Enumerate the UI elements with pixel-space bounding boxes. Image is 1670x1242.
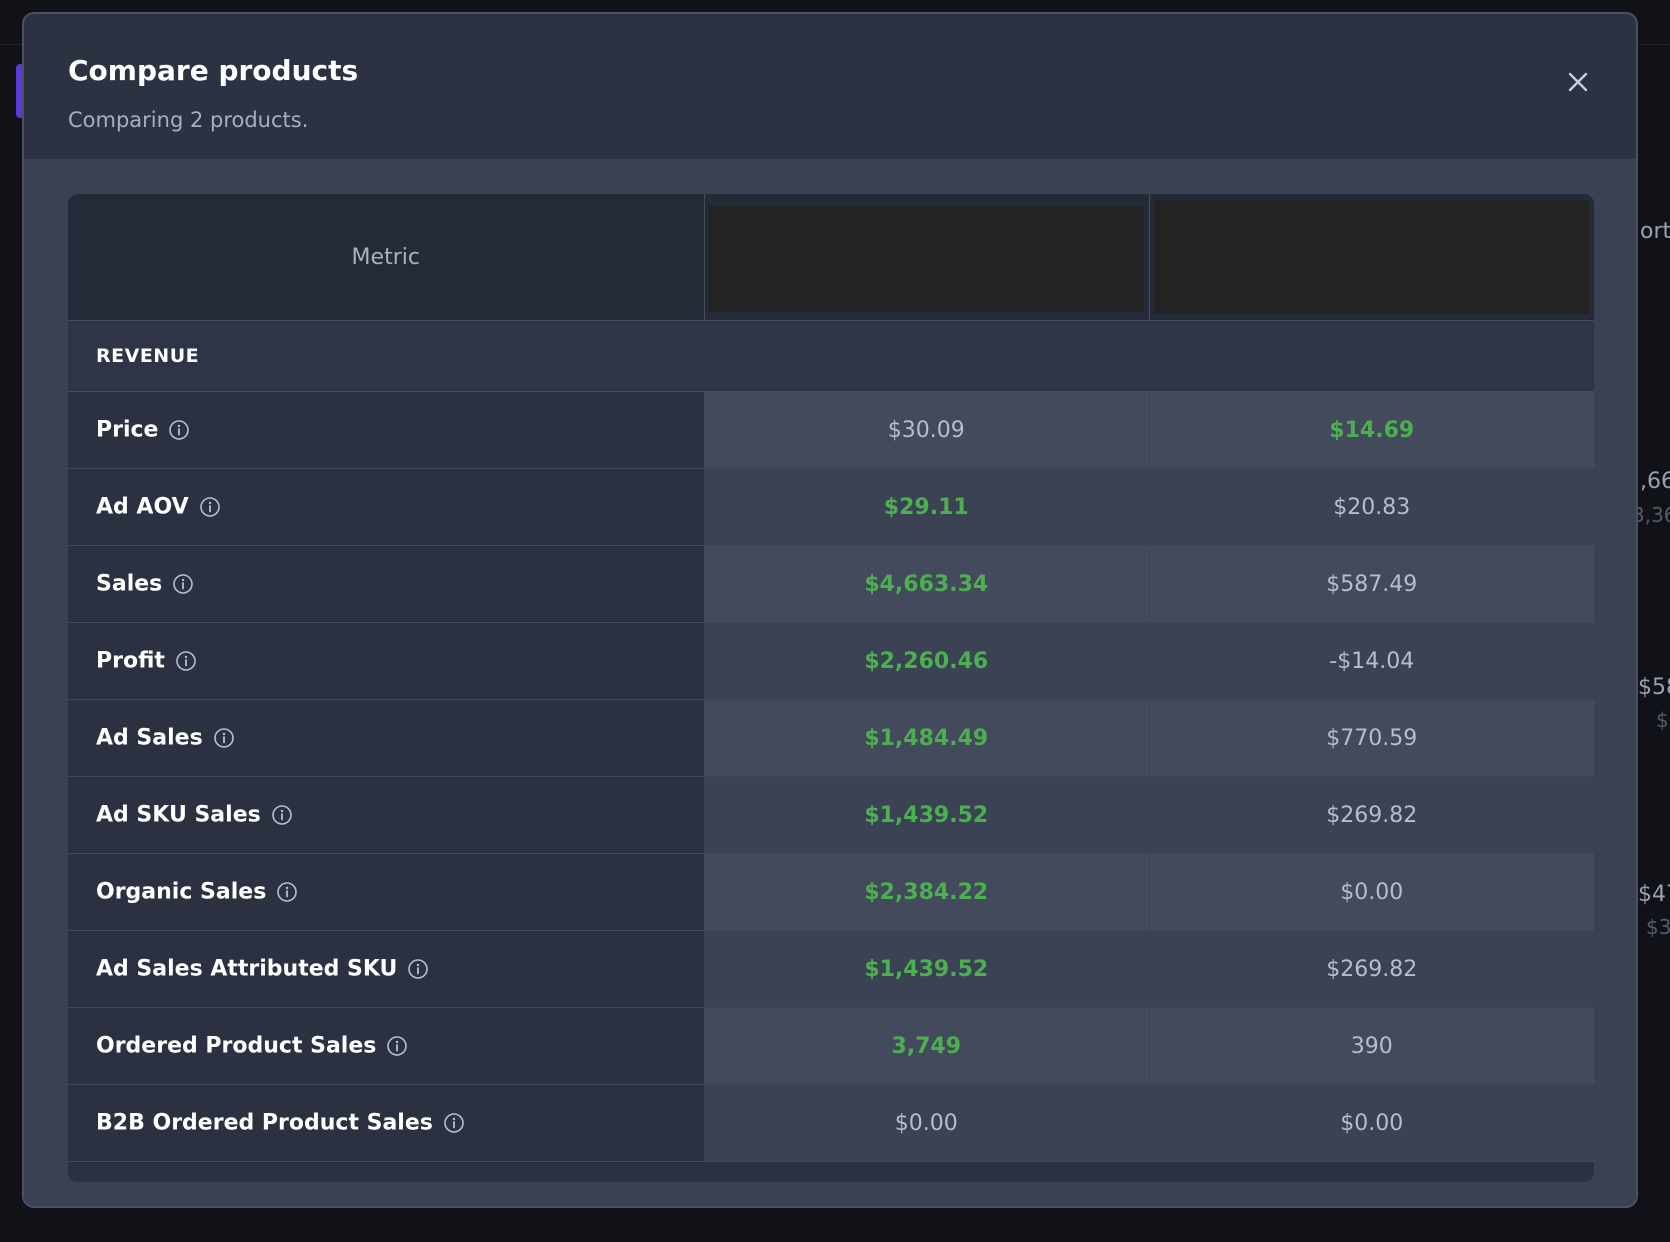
- metric-label-cell: Ad SKU Sales: [68, 776, 704, 854]
- modal-header: Compare products Comparing 2 products.: [24, 14, 1636, 159]
- metric-label-cell: Ad Sales Attributed SKU: [68, 930, 704, 1008]
- product-2-value: $269.82: [1149, 776, 1594, 854]
- metric-label-cell: Sales: [68, 545, 704, 623]
- product-2-value: -$14.04: [1149, 622, 1594, 700]
- table-row: Ordered Product Sales 3,749 390: [68, 1007, 1594, 1085]
- product-1-value: $1,484.49: [704, 699, 1150, 777]
- product-2-value: $0.00: [1149, 1084, 1594, 1162]
- metric-label: Profit: [96, 648, 165, 674]
- metric-label-cell: Ad Sales: [68, 699, 704, 777]
- metric-label-cell: Ad AOV: [68, 468, 704, 546]
- metric-label: Ad Sales: [96, 725, 203, 751]
- next-section-row-partial: [68, 1161, 1594, 1182]
- metric-label-cell: Profit: [68, 622, 704, 700]
- metric-label: B2B Ordered Product Sales: [96, 1110, 433, 1136]
- table-row: Profit $2,260.46 -$14.04: [68, 622, 1594, 700]
- product-2-value: $14.69: [1149, 391, 1594, 469]
- product-1-value: 3,749: [704, 1007, 1150, 1085]
- table-row: Organic Sales $2,384.22 $0.00: [68, 853, 1594, 931]
- product-2-value: $587.49: [1149, 545, 1594, 623]
- section-row-revenue: REVENUE: [68, 320, 1594, 392]
- background-text: $47: [1638, 882, 1670, 907]
- metric-label: Ad Sales Attributed SKU: [96, 956, 398, 982]
- product-1-value: $1,439.52: [704, 930, 1150, 1008]
- info-icon[interactable]: [199, 496, 221, 518]
- close-icon: [1568, 72, 1588, 92]
- product-2-value: 390: [1149, 1007, 1594, 1085]
- product-1-value: $2,260.46: [704, 622, 1150, 700]
- comparison-table-container: Metric REVENUE Price $30.09 $14.69 Ad AOV $2…: [68, 194, 1594, 1182]
- product-1-image: [709, 206, 1144, 312]
- metric-label: Ad AOV: [96, 494, 189, 520]
- modal-subtitle: Comparing 2 products.: [68, 108, 309, 132]
- info-icon[interactable]: [213, 727, 235, 749]
- modal-title: Compare products: [68, 54, 359, 87]
- table-row: Price $30.09 $14.69: [68, 391, 1594, 469]
- metric-label-cell: Ordered Product Sales: [68, 1007, 704, 1085]
- table-row: Sales $4,663.34 $587.49: [68, 545, 1594, 623]
- product-2-image: [1154, 200, 1590, 314]
- product-1-value: $0.00: [704, 1084, 1150, 1162]
- metric-label: Ad SKU Sales: [96, 802, 261, 828]
- table-row: Ad AOV $29.11 $20.83: [68, 468, 1594, 546]
- metric-label-cell: Organic Sales: [68, 853, 704, 931]
- info-icon[interactable]: [386, 1035, 408, 1057]
- metric-label-cell: Price: [68, 391, 704, 469]
- product-1-value: $4,663.34: [704, 545, 1150, 623]
- product-1-header[interactable]: [704, 194, 1150, 321]
- background-text: $: [1656, 708, 1669, 732]
- product-1-value: $2,384.22: [704, 853, 1150, 931]
- info-icon[interactable]: [443, 1112, 465, 1134]
- table-header-row: Metric: [68, 194, 1594, 321]
- info-icon[interactable]: [175, 650, 197, 672]
- comparison-table: Metric REVENUE Price $30.09 $14.69 Ad AOV $2…: [68, 194, 1594, 1182]
- product-2-value: $269.82: [1149, 930, 1594, 1008]
- background-text: $3: [1646, 915, 1670, 939]
- metric-column-header: Metric: [68, 194, 705, 321]
- product-1-value: $29.11: [704, 468, 1150, 546]
- info-icon[interactable]: [172, 573, 194, 595]
- background-text: ort: [1640, 219, 1670, 244]
- product-2-header[interactable]: [1149, 194, 1594, 321]
- product-1-value: $1,439.52: [704, 776, 1150, 854]
- product-2-value: $770.59: [1149, 699, 1594, 777]
- metric-label: Ordered Product Sales: [96, 1033, 377, 1059]
- close-button[interactable]: [1560, 64, 1596, 100]
- background-text: $58: [1638, 675, 1670, 700]
- table-row: Ad Sales $1,484.49 $770.59: [68, 699, 1594, 777]
- info-icon[interactable]: [407, 958, 429, 980]
- info-icon[interactable]: [168, 419, 190, 441]
- table-row: Ad Sales Attributed SKU $1,439.52 $269.82: [68, 930, 1594, 1008]
- product-1-value: $30.09: [704, 391, 1150, 469]
- background-text: ,66: [1640, 469, 1670, 494]
- metric-label-cell: B2B Ordered Product Sales: [68, 1084, 704, 1162]
- table-row: B2B Ordered Product Sales $0.00 $0.00: [68, 1084, 1594, 1162]
- compare-products-modal: Compare products Comparing 2 products. M…: [22, 12, 1638, 1208]
- section-label: REVENUE: [68, 320, 1594, 392]
- table-row: Ad SKU Sales $1,439.52 $269.82: [68, 776, 1594, 854]
- product-2-value: $20.83: [1149, 468, 1594, 546]
- metric-label: Price: [96, 417, 159, 443]
- info-icon[interactable]: [271, 804, 293, 826]
- metric-label: Sales: [96, 571, 163, 597]
- metric-label: Organic Sales: [96, 879, 267, 905]
- product-2-value: $0.00: [1149, 853, 1594, 931]
- partial-row-cell: [68, 1161, 1594, 1182]
- info-icon[interactable]: [276, 881, 298, 903]
